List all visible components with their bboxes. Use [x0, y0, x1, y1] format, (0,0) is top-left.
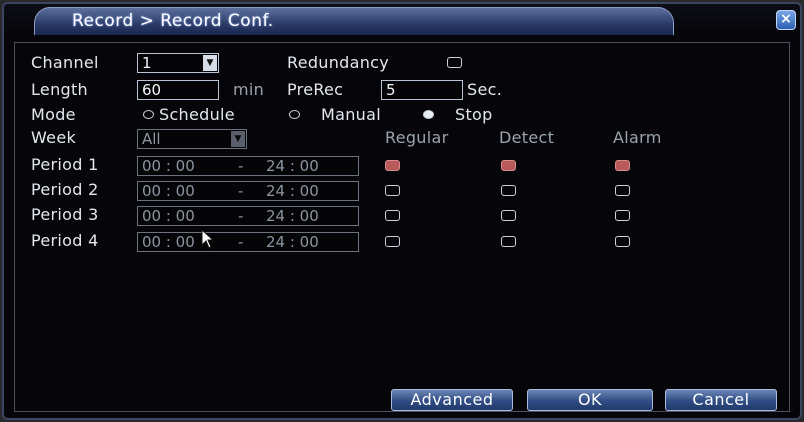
- period-time-range[interactable]: 00 : 00 - 24 : 00: [137, 206, 359, 226]
- period-time-range[interactable]: 00 : 00 - 24 : 00: [137, 156, 359, 176]
- period-separator: -: [238, 182, 244, 200]
- period-start-time[interactable]: 00 : 00: [142, 182, 195, 200]
- period-end-time[interactable]: 24 : 00: [266, 157, 319, 175]
- period-label: Period 2: [31, 180, 99, 199]
- regular-checkbox[interactable]: [385, 210, 400, 221]
- advanced-button[interactable]: Advanced: [391, 389, 513, 411]
- ok-button[interactable]: OK: [527, 389, 653, 411]
- column-detect: Detect: [499, 128, 555, 147]
- mode-radio-stop[interactable]: [423, 110, 434, 119]
- period-separator: -: [238, 207, 244, 225]
- redundancy-label: Redundancy: [287, 53, 390, 72]
- record-config-dialog: Record > Record Conf. × Channel 1 ▼ Redu…: [2, 2, 802, 420]
- channel-label: Channel: [31, 53, 99, 72]
- detect-checkbox[interactable]: [501, 160, 516, 171]
- mouse-pointer-icon: [201, 229, 215, 249]
- length-value: 60: [142, 81, 162, 99]
- detect-checkbox[interactable]: [501, 236, 516, 247]
- mode-option-manual[interactable]: Manual: [321, 105, 381, 124]
- period-end-time[interactable]: 24 : 00: [266, 233, 319, 251]
- length-unit: min: [233, 80, 265, 99]
- week-select[interactable]: All ▼: [137, 129, 247, 149]
- dialog-title: Record > Record Conf.: [72, 11, 274, 31]
- period-separator: -: [238, 233, 244, 251]
- period-start-time[interactable]: 00 : 00: [142, 157, 195, 175]
- channel-select[interactable]: 1 ▼: [137, 53, 219, 73]
- alarm-checkbox[interactable]: [615, 210, 630, 221]
- cancel-button[interactable]: Cancel: [665, 389, 777, 411]
- regular-checkbox[interactable]: [385, 160, 400, 171]
- mode-option-schedule[interactable]: Schedule: [159, 105, 235, 124]
- week-label: Week: [31, 128, 77, 147]
- period-time-range[interactable]: 00 : 00 - 24 : 00: [137, 181, 359, 201]
- mode-radio-manual[interactable]: [289, 110, 300, 119]
- regular-checkbox[interactable]: [385, 236, 400, 247]
- regular-checkbox[interactable]: [385, 185, 400, 196]
- period-start-time[interactable]: 00 : 00: [142, 233, 195, 251]
- title-bar: Record > Record Conf. ×: [4, 4, 800, 36]
- period-time-range[interactable]: 00 : 00 - 24 : 00: [137, 232, 359, 252]
- redundancy-checkbox[interactable]: [447, 57, 462, 68]
- prerec-label: PreRec: [287, 80, 344, 99]
- detect-checkbox[interactable]: [501, 210, 516, 221]
- period-label: Period 1: [31, 155, 99, 174]
- detect-checkbox[interactable]: [501, 185, 516, 196]
- prerec-value: 5: [386, 81, 396, 99]
- config-panel: Channel 1 ▼ Redundancy Length 60 min Pre…: [14, 42, 790, 412]
- period-end-time[interactable]: 24 : 00: [266, 182, 319, 200]
- period-label: Period 4: [31, 231, 99, 250]
- chevron-down-icon: ▼: [203, 55, 217, 71]
- alarm-checkbox[interactable]: [615, 236, 630, 247]
- column-regular: Regular: [385, 128, 449, 147]
- channel-value: 1: [142, 54, 152, 72]
- alarm-checkbox[interactable]: [615, 185, 630, 196]
- prerec-unit: Sec.: [467, 80, 503, 99]
- length-label: Length: [31, 80, 88, 99]
- mode-label: Mode: [31, 105, 76, 124]
- alarm-checkbox[interactable]: [615, 160, 630, 171]
- period-separator: -: [238, 157, 244, 175]
- prerec-input[interactable]: 5: [381, 80, 463, 100]
- length-input[interactable]: 60: [137, 80, 219, 100]
- period-label: Period 3: [31, 205, 99, 224]
- close-icon[interactable]: ×: [776, 10, 796, 30]
- mode-option-stop[interactable]: Stop: [455, 105, 493, 124]
- chevron-down-icon: ▼: [231, 131, 245, 147]
- week-value: All: [142, 130, 161, 148]
- period-end-time[interactable]: 24 : 00: [266, 207, 319, 225]
- column-alarm: Alarm: [613, 128, 662, 147]
- mode-radio-schedule[interactable]: [143, 110, 154, 119]
- period-start-time[interactable]: 00 : 00: [142, 207, 195, 225]
